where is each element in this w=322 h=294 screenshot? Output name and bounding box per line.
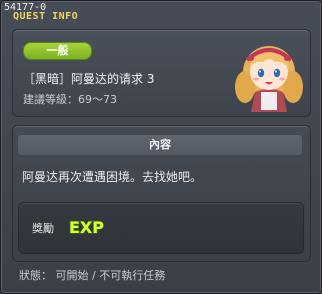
quest-category-badge: 一般	[23, 42, 92, 60]
exp-icon: EXP	[68, 217, 105, 238]
quest-name: ［黑暗］阿曼达的请求 3	[23, 72, 155, 86]
amanda-portrait-icon	[235, 46, 303, 112]
quest-status: 狀態： 可開始 / 不可執行任務	[19, 269, 166, 282]
quest-info-window: 54177-0 QUEST INFO 一般 ［黑暗］阿曼达的请求 3 建議等級：…	[0, 0, 322, 294]
window-title: QUEST INFO	[13, 11, 79, 22]
quest-detail-panel: 內容 阿曼达再次遭遇困境。去找她吧。 獎勵 EXP	[12, 125, 311, 262]
quest-summary-panel: 一般 ［黑暗］阿曼达的请求 3 建議等級：69～73	[12, 29, 311, 117]
content-header: 內容	[18, 135, 302, 155]
quest-recommended-level: 建議等級：69～73	[23, 93, 117, 106]
reward-label: 獎勵	[32, 222, 54, 235]
reward-box: 獎勵 EXP	[18, 202, 304, 254]
content-text: 阿曼达再次遭遇困境。去找她吧。	[22, 170, 203, 184]
exp-icon-text: EXP	[69, 218, 104, 237]
